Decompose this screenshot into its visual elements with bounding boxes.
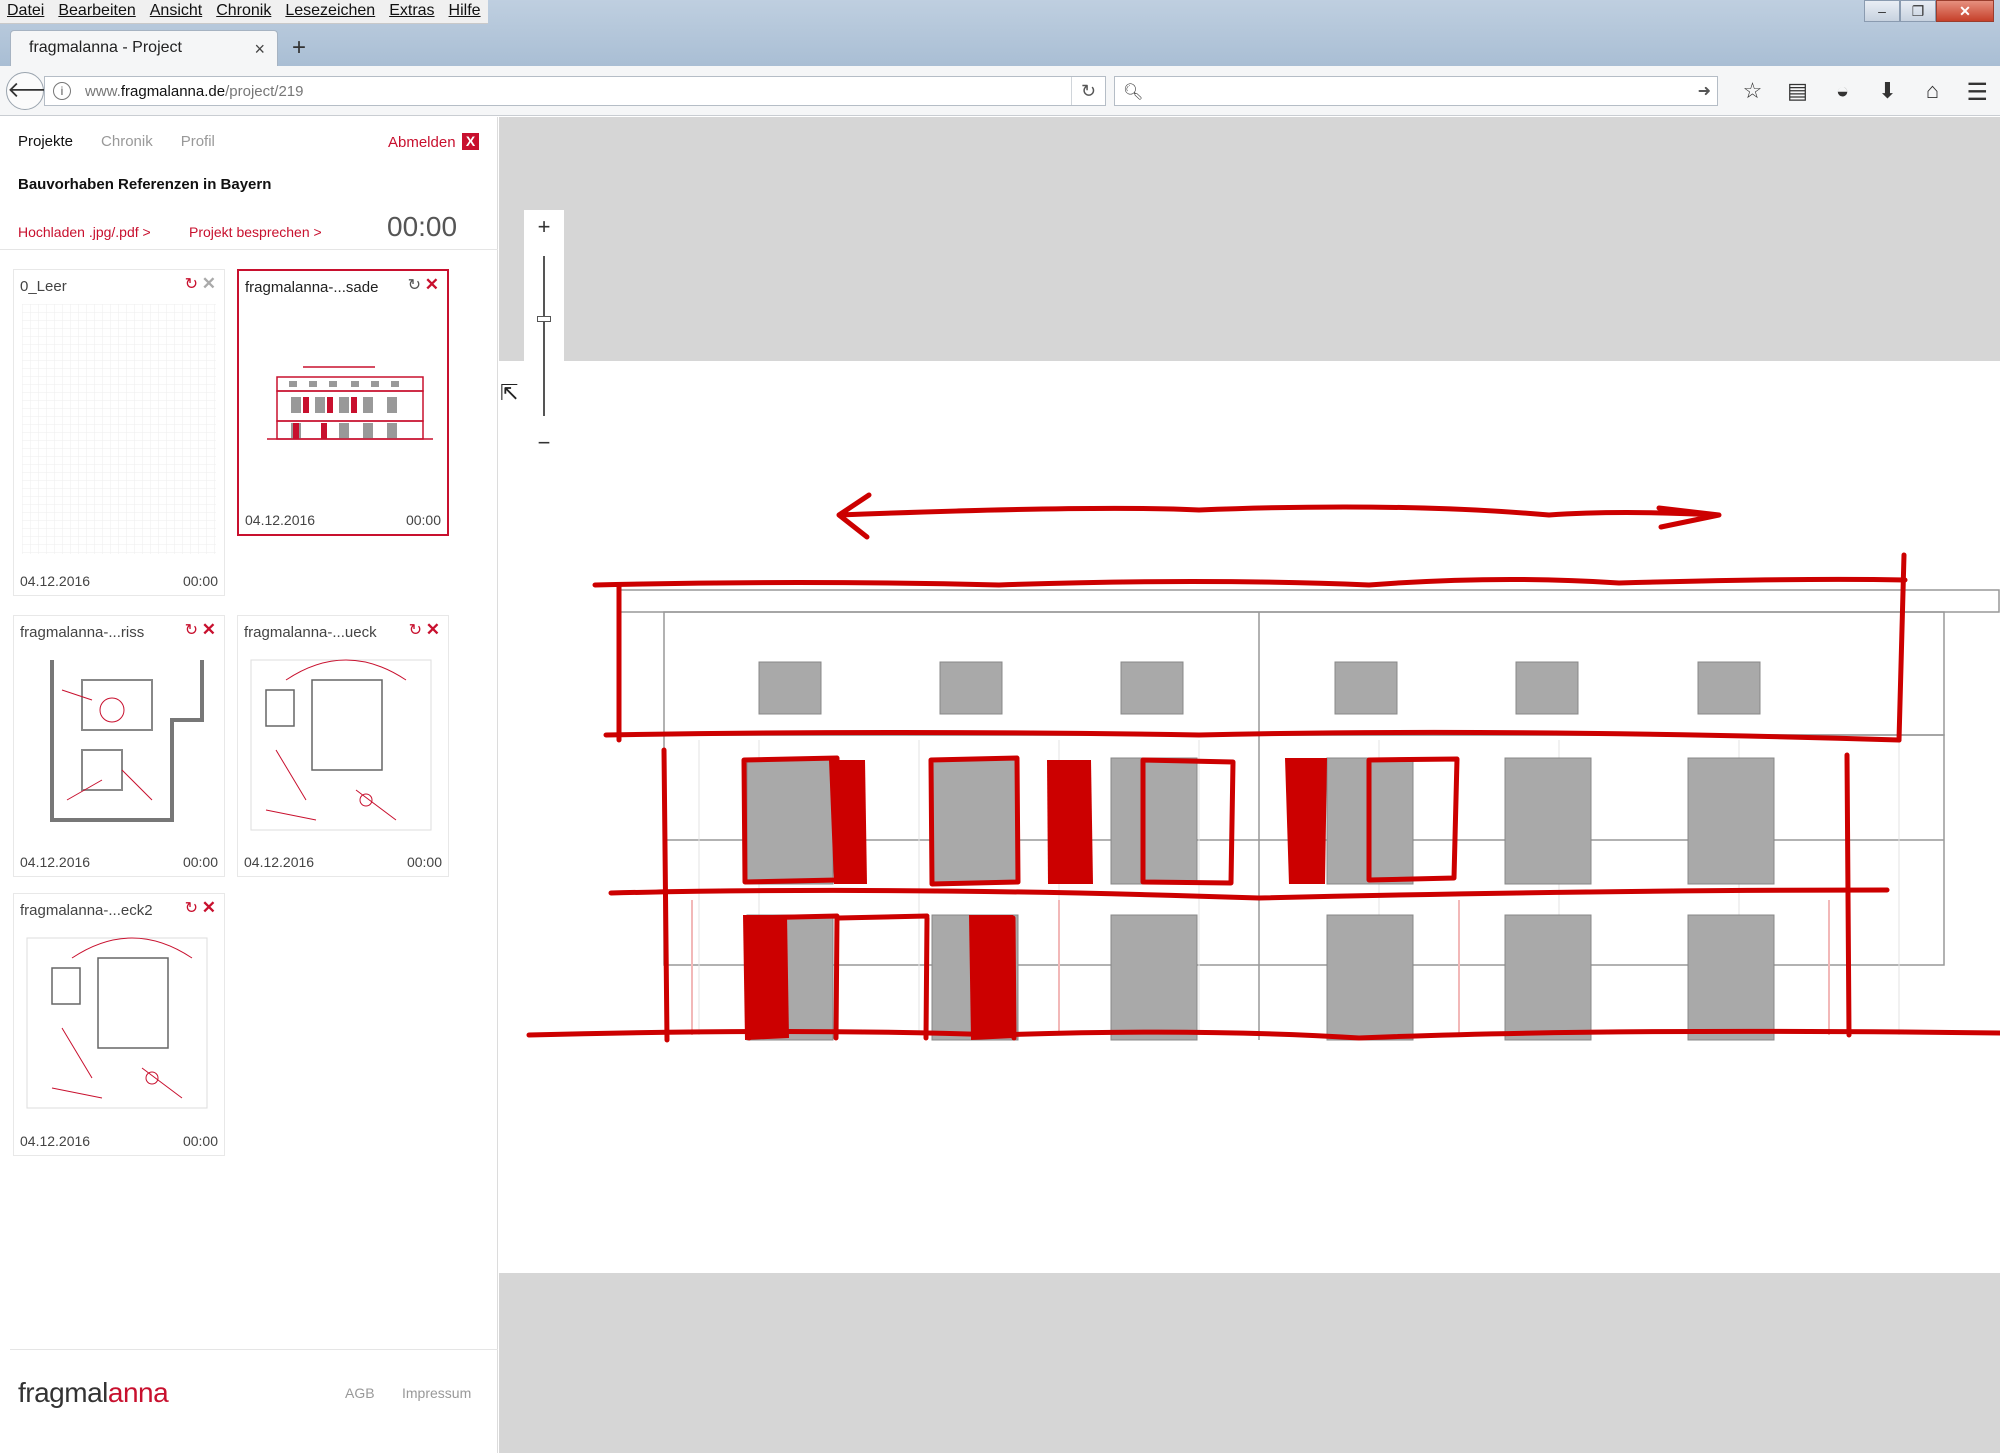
window-controls: – ❐ ✕ bbox=[1864, 0, 1994, 22]
card-thumbnail-floorplan bbox=[50, 660, 204, 822]
sheet-card[interactable]: fragmalanna-...riss ↻ ✕ 04.12.2016 00:00 bbox=[13, 615, 225, 877]
card-title: 0_Leer bbox=[20, 278, 67, 295]
zoom-control: + − bbox=[524, 210, 564, 462]
tab-close-icon[interactable]: × bbox=[254, 39, 265, 60]
divider bbox=[0, 249, 498, 250]
menu-bearbeiten[interactable]: Bearbeiten bbox=[51, 0, 142, 23]
address-bar[interactable]: i www.fragmalanna.de/project/219 ↻ bbox=[44, 76, 1106, 106]
refresh-icon[interactable]: ↻ bbox=[185, 898, 198, 918]
impressum-link[interactable]: Impressum bbox=[402, 1385, 471, 1401]
project-title: Bauvorhaben Referenzen in Bayern bbox=[18, 176, 272, 193]
menu-ansicht[interactable]: Ansicht bbox=[143, 0, 209, 23]
delete-icon[interactable]: ✕ bbox=[426, 620, 440, 640]
card-date: 04.12.2016 bbox=[244, 854, 315, 870]
delete-icon[interactable]: ✕ bbox=[202, 620, 216, 640]
search-go-icon[interactable]: ➜ bbox=[1698, 81, 1711, 101]
nav-profile[interactable]: Profil bbox=[181, 133, 215, 150]
card-date: 04.12.2016 bbox=[20, 854, 91, 870]
logout-close-icon[interactable]: X bbox=[462, 133, 479, 150]
menu-datei[interactable]: Datei bbox=[0, 0, 51, 23]
new-tab-button[interactable]: + bbox=[292, 34, 306, 62]
reload-icon[interactable]: ↻ bbox=[1071, 77, 1105, 105]
nav-projects[interactable]: Projekte bbox=[18, 133, 73, 150]
menu-extras[interactable]: Extras bbox=[382, 0, 441, 23]
card-thumbnail-facade bbox=[267, 366, 433, 440]
maximize-button[interactable]: ❐ bbox=[1900, 0, 1936, 22]
card-thumbnail-site-plan bbox=[250, 659, 432, 831]
card-thumbnail-empty-grid bbox=[22, 304, 216, 554]
card-date: 04.12.2016 bbox=[20, 1133, 91, 1149]
card-thumbnail-site-plan-2 bbox=[26, 937, 208, 1109]
bookmark-star-icon[interactable]: ☆ bbox=[1730, 78, 1775, 104]
site-info-icon[interactable]: i bbox=[53, 82, 71, 100]
mouse-cursor-icon: ⇱ bbox=[500, 380, 519, 405]
zoom-slider-handle[interactable] bbox=[537, 316, 551, 322]
menu-hilfe[interactable]: Hilfe bbox=[442, 0, 488, 23]
card-time: 00:00 bbox=[182, 573, 218, 589]
card-title: fragmalanna-...ueck bbox=[244, 624, 377, 641]
delete-icon[interactable]: ✕ bbox=[425, 275, 439, 295]
download-icon[interactable]: ⬇ bbox=[1865, 78, 1910, 104]
agb-link[interactable]: AGB bbox=[345, 1385, 375, 1401]
tab-title: fragmalanna - Project bbox=[29, 39, 182, 56]
browser-tab[interactable]: fragmalanna - Project × bbox=[10, 30, 278, 66]
card-title: fragmalanna-...sade bbox=[245, 279, 379, 296]
search-bar[interactable]: 🔍︎ ➜ bbox=[1114, 76, 1718, 106]
close-window-button[interactable]: ✕ bbox=[1936, 0, 1994, 22]
refresh-icon[interactable]: ↻ bbox=[185, 274, 198, 294]
sidebar-nav: Projekte Chronik Profil bbox=[18, 133, 215, 150]
card-date: 04.12.2016 bbox=[245, 512, 316, 528]
fragmalanna-logo[interactable]: fragmalanna bbox=[18, 1377, 169, 1409]
upload-link[interactable]: Hochladen .jpg/.pdf > bbox=[18, 224, 151, 240]
card-time: 00:00 bbox=[182, 1133, 218, 1149]
facade-drawing bbox=[526, 492, 2000, 1043]
delete-icon[interactable]: ✕ bbox=[202, 898, 216, 918]
card-title: fragmalanna-...eck2 bbox=[20, 902, 153, 919]
url-text: www.fragmalanna.de/project/219 bbox=[85, 83, 304, 100]
sheet-card-selected[interactable]: fragmalanna-...sade ↻ ✕ 04.12.2016 00:00 bbox=[237, 269, 449, 536]
menu-lesezeichen[interactable]: Lesezeichen bbox=[278, 0, 382, 23]
project-sidebar: Projekte Chronik Profil Abmelden X Bauvo… bbox=[0, 117, 498, 1453]
zoom-slider-track[interactable] bbox=[543, 256, 545, 416]
delete-icon[interactable]: ✕ bbox=[202, 274, 216, 294]
zoom-out-button[interactable]: − bbox=[524, 430, 564, 456]
footer-divider bbox=[10, 1349, 498, 1350]
refresh-icon[interactable]: ↻ bbox=[409, 620, 422, 640]
sheet-card[interactable]: fragmalanna-...eck2 ↻ ✕ 04.12.2016 00:00 bbox=[13, 893, 225, 1156]
card-title: fragmalanna-...riss bbox=[20, 624, 145, 641]
sheet-card[interactable]: fragmalanna-...ueck ↻ ✕ 04.12.2016 00:00 bbox=[237, 615, 449, 877]
search-icon: 🔍︎ bbox=[1123, 84, 1144, 101]
hamburger-menu-icon[interactable]: ☰ bbox=[1966, 78, 1988, 107]
card-time: 00:00 bbox=[406, 854, 442, 870]
back-button[interactable]: 🡐 bbox=[6, 72, 66, 110]
session-timer: 00:00 bbox=[387, 211, 458, 242]
menu-bar: Datei Bearbeiten Ansicht Chronik Lesezei… bbox=[0, 0, 488, 24]
navigation-bar: 🡐 i www.fragmalanna.de/project/219 ↻ 🔍︎ … bbox=[0, 66, 2000, 116]
reader-view-icon[interactable]: ▤ bbox=[1775, 78, 1820, 104]
toolbar-icons: ☆ ▤ ◒ ⬇ ⌂ bbox=[1730, 78, 1955, 104]
sheet-card[interactable]: 0_Leer ↻ ✕ 04.12.2016 00:00 bbox=[13, 269, 225, 596]
menu-chronik[interactable]: Chronik bbox=[209, 0, 278, 23]
discuss-project-link[interactable]: Projekt besprechen > bbox=[189, 224, 322, 240]
card-time: 00:00 bbox=[405, 512, 441, 528]
card-date: 04.12.2016 bbox=[20, 573, 91, 589]
logout-link[interactable]: Abmelden bbox=[388, 134, 456, 151]
refresh-icon[interactable]: ↻ bbox=[185, 620, 198, 640]
nav-history[interactable]: Chronik bbox=[101, 133, 153, 150]
home-icon[interactable]: ⌂ bbox=[1910, 78, 1955, 104]
card-time: 00:00 bbox=[182, 854, 218, 870]
pocket-icon[interactable]: ◒ bbox=[1820, 78, 1865, 104]
zoom-in-button[interactable]: + bbox=[524, 214, 564, 240]
refresh-icon[interactable]: ↻ bbox=[408, 275, 421, 295]
minimize-button[interactable]: – bbox=[1864, 0, 1900, 22]
